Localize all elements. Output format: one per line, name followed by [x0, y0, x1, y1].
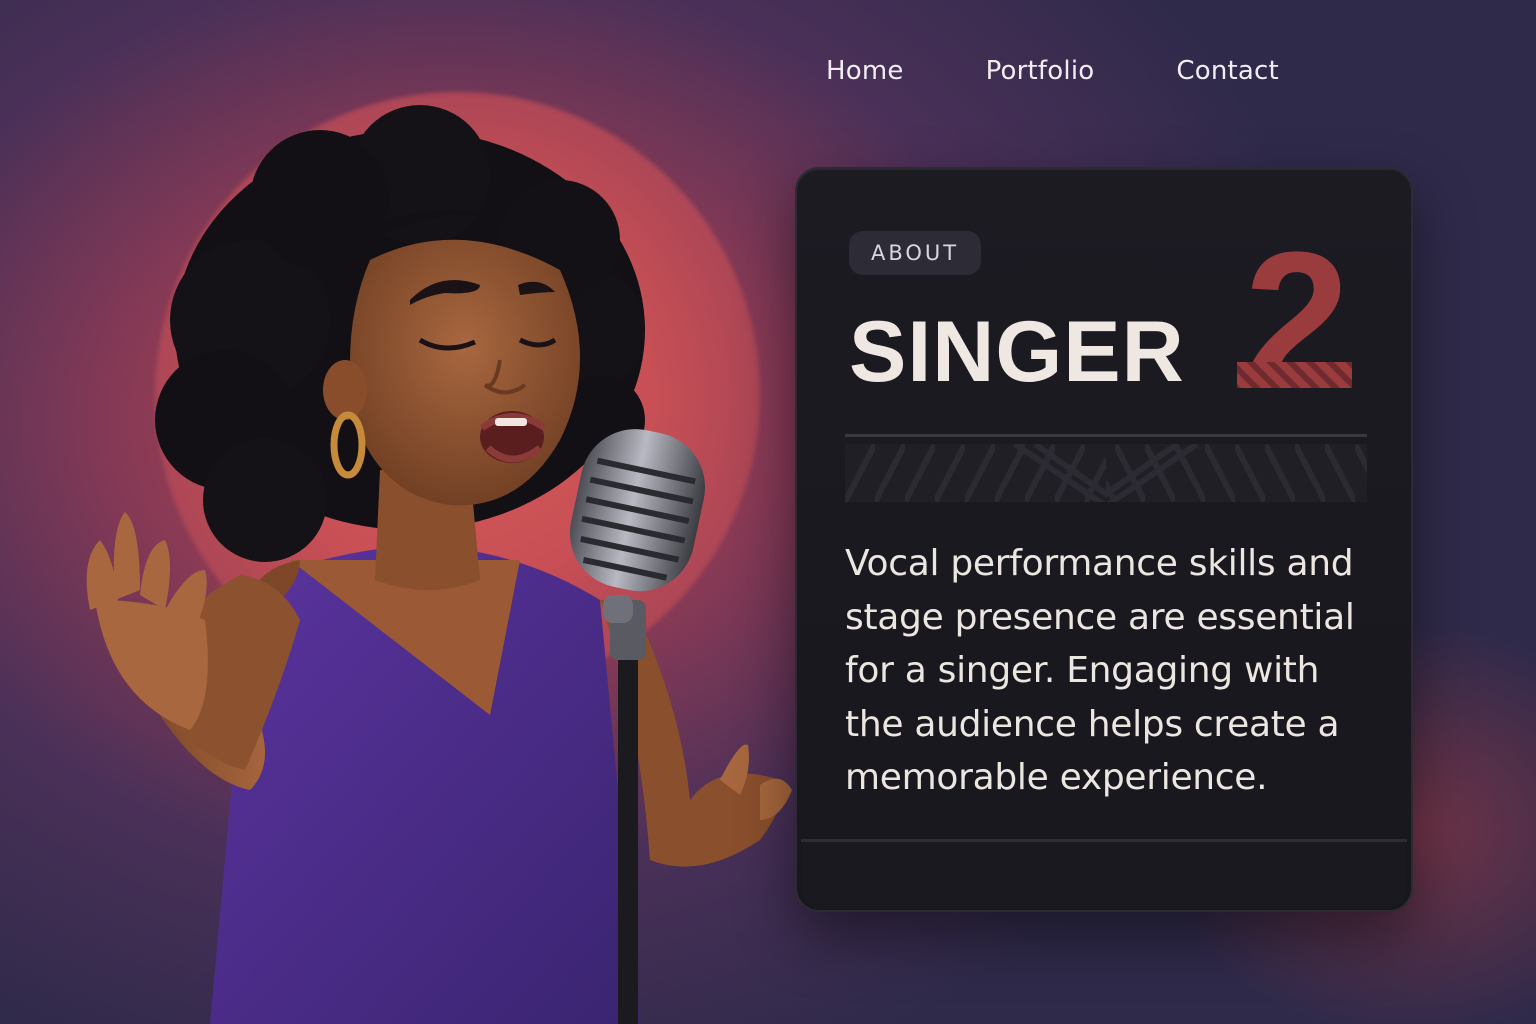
singer-illustration	[86, 105, 792, 1024]
about-card: ABOUT SINGER 2 Vocal performance skills …	[795, 167, 1413, 912]
main-nav: Home Portfolio Contact	[826, 56, 1279, 86]
card-footer	[801, 842, 1407, 908]
nav-home-link[interactable]: Home	[826, 56, 904, 86]
nav-contact-link[interactable]: Contact	[1176, 56, 1279, 86]
page: Home Portfolio Contact ABOUT SINGER 2 Vo…	[0, 0, 1536, 1024]
divider	[845, 434, 1367, 437]
nav-portfolio-link[interactable]: Portfolio	[986, 56, 1095, 86]
decorative-pattern	[845, 444, 1367, 502]
card-title: SINGER	[849, 304, 1185, 400]
about-description: Vocal performance skills and stage prese…	[845, 543, 1355, 798]
section-number: 2	[1237, 234, 1352, 394]
about-badge: ABOUT	[849, 231, 982, 275]
